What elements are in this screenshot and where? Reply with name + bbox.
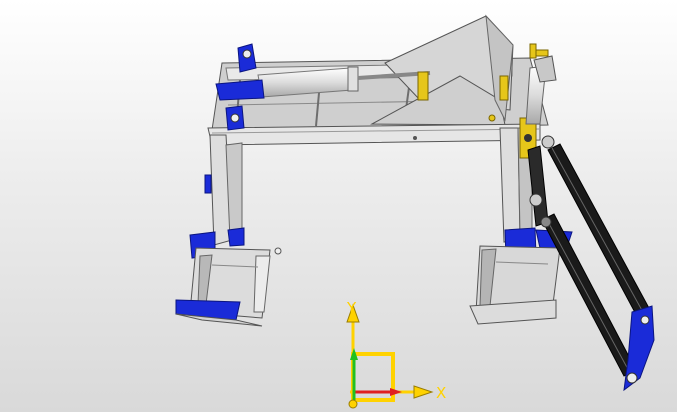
left-leg bbox=[175, 134, 282, 327]
coordinate-triad: X Y bbox=[346, 299, 446, 409]
frame-front-beam bbox=[207, 123, 541, 146]
cad-3d-viewport[interactable]: X Y bbox=[0, 0, 677, 412]
model-canvas[interactable]: X Y bbox=[0, 0, 677, 412]
triad-y-label: Y bbox=[346, 299, 357, 317]
triad-x-label: X bbox=[436, 384, 446, 402]
triad-origin bbox=[348, 399, 358, 409]
